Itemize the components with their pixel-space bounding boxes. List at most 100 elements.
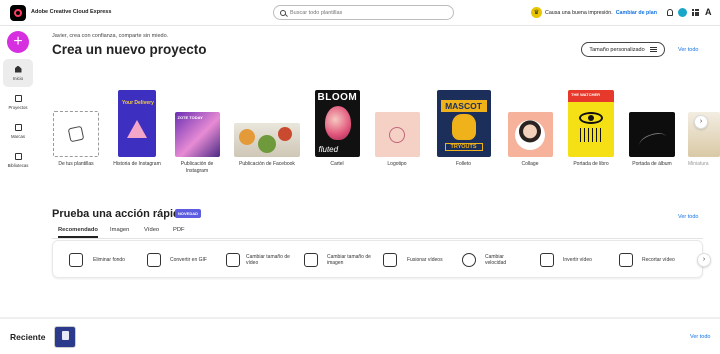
- template-card[interactable]: Your Delivery Historia de Instagram: [109, 90, 165, 168]
- custom-size-label: Tamaño personalizado: [589, 46, 645, 53]
- template-label: Historia de Instagram: [113, 161, 161, 167]
- document-icon: [14, 94, 22, 102]
- library-icon: [14, 152, 22, 160]
- template-thumbnail: THE WATCHER: [568, 90, 614, 157]
- quick-action-label: Convertir en GIF: [170, 256, 207, 263]
- see-all-actions-link[interactable]: Ver todo: [678, 214, 699, 220]
- brand-icon: [14, 123, 22, 131]
- template-card[interactable]: BLOOM fluted Cartel: [314, 90, 360, 168]
- template-label: Publicación de Facebook: [239, 161, 295, 167]
- sidebar-item-libraries[interactable]: Bibliotecas: [3, 146, 33, 174]
- quick-action-resize-video[interactable]: Cambiar tamaño de vídeo: [226, 241, 290, 279]
- template-label: Portada de álbum: [632, 161, 672, 167]
- avatar[interactable]: [678, 8, 687, 17]
- reverse-video-icon: [540, 253, 554, 267]
- image-icon: [69, 253, 83, 267]
- custom-size-button[interactable]: Tamaño personalizado: [581, 42, 665, 57]
- top-bar: Adobe Creative Cloud Express ♛ Causa una…: [0, 0, 720, 26]
- template-thumbnail: [234, 123, 300, 157]
- thumbnail-subtext: fluted: [318, 145, 339, 154]
- template-card[interactable]: THE WATCHER Portada de libro: [566, 90, 616, 168]
- quick-action-label: Cambiar tamaño de vídeo: [246, 253, 290, 267]
- page-title: Crea un nuevo proyecto: [52, 42, 207, 57]
- template-card[interactable]: Collage: [507, 112, 553, 168]
- recent-project-thumbnail[interactable]: [54, 326, 76, 348]
- create-button[interactable]: +: [7, 31, 29, 53]
- header-divider: [0, 25, 720, 26]
- template-card[interactable]: MASCOT TRYOUTS Folleto: [436, 90, 491, 168]
- tab-video[interactable]: Vídeo: [144, 225, 159, 238]
- sidebar-item-label: Marcas: [10, 133, 26, 139]
- template-label: Collage: [521, 161, 539, 167]
- thumbnail-subtext: TRYOUTS: [444, 143, 483, 151]
- apps-grid-icon[interactable]: [692, 9, 699, 16]
- template-card[interactable]: Publicación de Facebook: [233, 123, 301, 168]
- template-thumbnail: MASCOT TRYOUTS: [436, 90, 491, 157]
- template-icon: [67, 125, 85, 143]
- sidebar-item-projects[interactable]: Proyectos: [3, 88, 33, 116]
- template-thumbnail: [374, 112, 420, 157]
- quick-action-label: Invertir vídeo: [563, 256, 592, 263]
- quick-action-label: Recortar vídeo: [642, 256, 675, 263]
- see-all-recent-link[interactable]: Ver todo: [690, 334, 711, 340]
- sidebar-item-label: Bibliotecas: [7, 162, 29, 168]
- quick-action-resize-image[interactable]: Cambiar tamaño de imagen: [304, 241, 371, 279]
- thumbnail-text: Your Delivery: [122, 100, 154, 106]
- template-label: Publicación de Instagram: [180, 161, 214, 174]
- home-icon: [14, 65, 22, 73]
- quick-action-label: Eliminar fondo: [93, 256, 125, 263]
- template-card[interactable]: ZOTE TODAY Publicación de Instagram: [172, 112, 222, 175]
- search-icon: [280, 9, 286, 16]
- recent-title: Reciente: [10, 332, 46, 342]
- quick-action-reverse-video[interactable]: Invertir vídeo: [540, 241, 592, 279]
- plan-banner-text: Causa una buena impresión.: [545, 9, 613, 16]
- search-input[interactable]: [290, 9, 440, 16]
- speed-icon: [462, 253, 476, 267]
- sidebar-item-home[interactable]: Inicio: [3, 59, 33, 87]
- thumbnail-text: THE WATCHER: [571, 92, 601, 97]
- bell-icon[interactable]: [667, 9, 673, 16]
- sidebar-item-label: Inicio: [12, 75, 24, 81]
- quick-action-gif[interactable]: Convertir en GIF: [147, 241, 207, 279]
- quick-action-merge-videos[interactable]: Fusionar vídeos: [383, 241, 443, 279]
- trim-video-icon: [619, 253, 633, 267]
- quick-action-remove-bg[interactable]: Eliminar fondo: [69, 241, 125, 279]
- template-thumbnail: ZOTE TODAY: [174, 112, 220, 157]
- template-card[interactable]: Logotipo: [374, 112, 420, 168]
- quick-actions-next-button[interactable]: ›: [697, 253, 711, 267]
- template-thumbnail: [629, 112, 675, 157]
- gif-icon: [147, 253, 161, 267]
- quick-action-label: Cambiar velocidad: [485, 253, 507, 267]
- template-label: De tus plantillas: [58, 161, 94, 167]
- template-thumbnail: [53, 111, 99, 157]
- template-card[interactable]: Portada de álbum: [627, 112, 677, 168]
- template-label: Logotipo: [387, 161, 407, 167]
- template-label: Portada de libro: [573, 161, 609, 167]
- template-thumbnail: Your Delivery: [118, 90, 156, 157]
- quick-action-change-speed[interactable]: Cambiar velocidad: [462, 241, 515, 279]
- template-label: Miniatura: [688, 161, 709, 167]
- search-bar[interactable]: [273, 5, 454, 20]
- adobe-icon[interactable]: A: [705, 7, 712, 17]
- templates-next-button[interactable]: ›: [694, 115, 708, 129]
- app-title: Adobe Creative Cloud Express: [31, 9, 112, 15]
- tab-recommended[interactable]: Recomendado: [58, 225, 98, 238]
- recent-divider: [0, 317, 720, 319]
- tab-pdf[interactable]: PDF: [173, 225, 185, 238]
- change-plan-link[interactable]: Cambiar de plan: [616, 10, 657, 16]
- see-all-templates-link[interactable]: Ver todo: [678, 47, 699, 53]
- tab-image[interactable]: Imagen: [110, 225, 129, 238]
- template-card[interactable]: De tus plantillas: [53, 111, 99, 168]
- resize-image-icon: [304, 253, 318, 267]
- sliders-icon: [649, 47, 657, 52]
- sidebar-item-brands[interactable]: Marcas: [3, 117, 33, 145]
- welcome-text: Javier, crea con confianza, comparte sin…: [52, 33, 169, 39]
- new-badge: NOVEDAD: [175, 209, 202, 218]
- quick-actions-title: Prueba una acción rápida: [52, 208, 186, 220]
- quick-action-trim-video[interactable]: Recortar vídeo: [619, 241, 675, 279]
- thumbnail-text: BLOOM: [317, 92, 358, 103]
- crown-icon: ♛: [531, 7, 542, 18]
- template-thumbnail: [507, 112, 553, 157]
- app-logo-icon[interactable]: [10, 5, 26, 21]
- resize-video-icon: [226, 253, 240, 267]
